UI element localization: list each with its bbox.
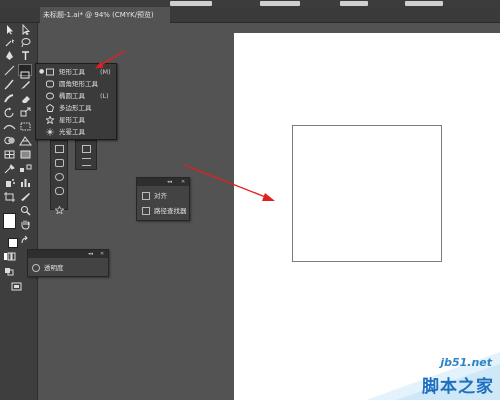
menu-bar [0,0,500,7]
star-icon[interactable] [53,199,66,216]
transparency-icon [32,264,40,272]
column-graph-tool-icon[interactable] [19,177,32,188]
flyout-item-label: 光晕工具 [59,128,85,136]
selection-tool-icon[interactable] [3,24,16,35]
rectangle-tool-icon[interactable] [18,64,32,79]
symbol-sprayer-tool-icon[interactable] [3,177,16,188]
lasso-tool-icon[interactable] [19,37,32,48]
paintbrush-tool-icon[interactable] [3,79,16,90]
torn-off-tools-panel [50,140,68,216]
document-tab[interactable]: 未标题-1.ai* @ 94% (CMYK/预览) [40,7,170,23]
shape-builder-tool-icon[interactable] [3,135,16,146]
mesh-tool-icon[interactable] [3,149,16,160]
blob-brush-tool-icon[interactable] [3,93,16,104]
pen-tool-icon[interactable] [3,50,16,61]
screen-mode-icon[interactable] [10,281,23,292]
flyout-item-label: 椭圆工具 [59,92,85,100]
panel-item-pathfinder[interactable]: 路径查找器 [142,206,187,217]
line-segment-tool-icon[interactable] [3,65,16,76]
star-icon [44,114,56,125]
watermark-name: 脚本之家 [422,377,494,397]
flyout-item-label: 圆角矩形工具 [59,80,98,88]
rectangle-shape[interactable] [292,125,442,262]
selected-bullet-icon: ● [39,68,45,75]
collapse-icon[interactable]: ◂◂ [88,250,93,258]
panel-item-label: 路径查找器 [154,207,187,215]
pathfinder-icon [142,207,150,215]
flyout-item-rectangle[interactable]: ● 矩形工具 (M) [36,66,116,78]
panel-item-label: 透明度 [44,264,64,272]
rectangle-icon[interactable] [55,145,64,153]
flyout-item-star[interactable]: 星形工具 [36,114,116,126]
watermark: jb51.net 脚本之家 [366,352,500,400]
fill-color-swatch[interactable] [3,213,16,229]
eyedropper-tool-icon[interactable] [3,163,16,174]
ellipse-icon[interactable] [55,173,64,181]
panel-item-align[interactable]: 对齐 [142,191,167,202]
transparency-panel: ◂◂ ✕ 透明度 [27,249,109,277]
hand-tool-icon[interactable] [19,219,32,230]
blend-tool-icon[interactable] [19,163,32,174]
eraser-tool-icon[interactable] [19,93,32,104]
direct-selection-tool-icon[interactable] [19,24,32,35]
control-field[interactable] [170,1,212,6]
gradient-tool-icon[interactable] [19,149,32,160]
free-transform-tool-icon[interactable] [19,121,32,132]
control-field[interactable] [405,1,443,6]
stroke-color-swatch[interactable] [8,238,18,248]
perspective-grid-tool-icon[interactable] [19,135,32,146]
flyout-item-label: 多边形工具 [59,104,92,112]
document-tab-bar: 未标题-1.ai* @ 94% (CMYK/预览) [0,7,500,23]
tools-panel [0,23,38,400]
rotate-tool-icon[interactable] [3,107,16,118]
flyout-item-ellipse[interactable]: 椭圆工具 (L) [36,90,116,102]
width-tool-icon[interactable] [3,121,16,132]
watermark-site: jb51.net [440,356,492,369]
panel-item-label: 对齐 [154,192,167,200]
scale-tool-icon[interactable] [19,107,32,118]
graph-icon[interactable] [82,145,91,153]
align-pathfinder-panel: ◂◂ ✕ 对齐 路径查找器 [136,177,190,221]
panel-title-bar[interactable]: ◂◂ ✕ [137,178,189,186]
panel-title-bar[interactable]: ◂◂ ✕ [28,250,108,258]
magic-wand-tool-icon[interactable] [3,37,16,48]
align-icon [142,192,150,200]
flare-icon [46,128,54,136]
slice-tool-icon[interactable] [19,191,32,202]
flyout-item-polygon[interactable]: 多边形工具 [36,102,116,114]
shape-tools-flyout: ● 矩形工具 (M) 圆角矩形工具 椭圆工具 (L) 多边形工具 星形工具 光晕… [35,63,117,140]
flyout-item-shortcut: (L) [100,92,109,100]
flyout-item-label: 星形工具 [59,116,85,124]
zoom-tool-icon[interactable] [19,205,32,216]
torn-off-tools-panel-2 [75,140,97,170]
rectangle-icon [46,68,54,76]
polygon-icon [45,103,55,112]
flyout-item-label: 矩形工具 [59,68,85,76]
collapse-icon[interactable]: ◂◂ [167,178,172,186]
polygon-icon[interactable] [55,187,64,195]
panel-item-transparency[interactable]: 透明度 [32,263,64,274]
rounded-rectangle-icon[interactable] [55,159,64,167]
flyout-item-flare[interactable]: 光晕工具 [36,126,116,138]
control-field[interactable] [260,1,300,6]
close-icon[interactable]: ✕ [181,178,185,186]
ellipse-icon [46,92,54,100]
artboard-tool-icon[interactable] [3,191,16,202]
flyout-item-shortcut: (M) [100,68,111,76]
control-field[interactable] [340,1,368,6]
pencil-tool-icon[interactable] [19,79,32,90]
lines-icon[interactable] [82,158,91,166]
swap-fill-stroke-icon[interactable] [19,235,32,246]
flyout-item-rounded-rectangle[interactable]: 圆角矩形工具 [36,78,116,90]
rounded-rectangle-icon [46,80,54,88]
type-tool-icon[interactable] [19,50,32,61]
color-mode-icon[interactable] [3,251,16,262]
drawing-mode-icon[interactable] [3,266,16,277]
close-icon[interactable]: ✕ [100,250,104,258]
